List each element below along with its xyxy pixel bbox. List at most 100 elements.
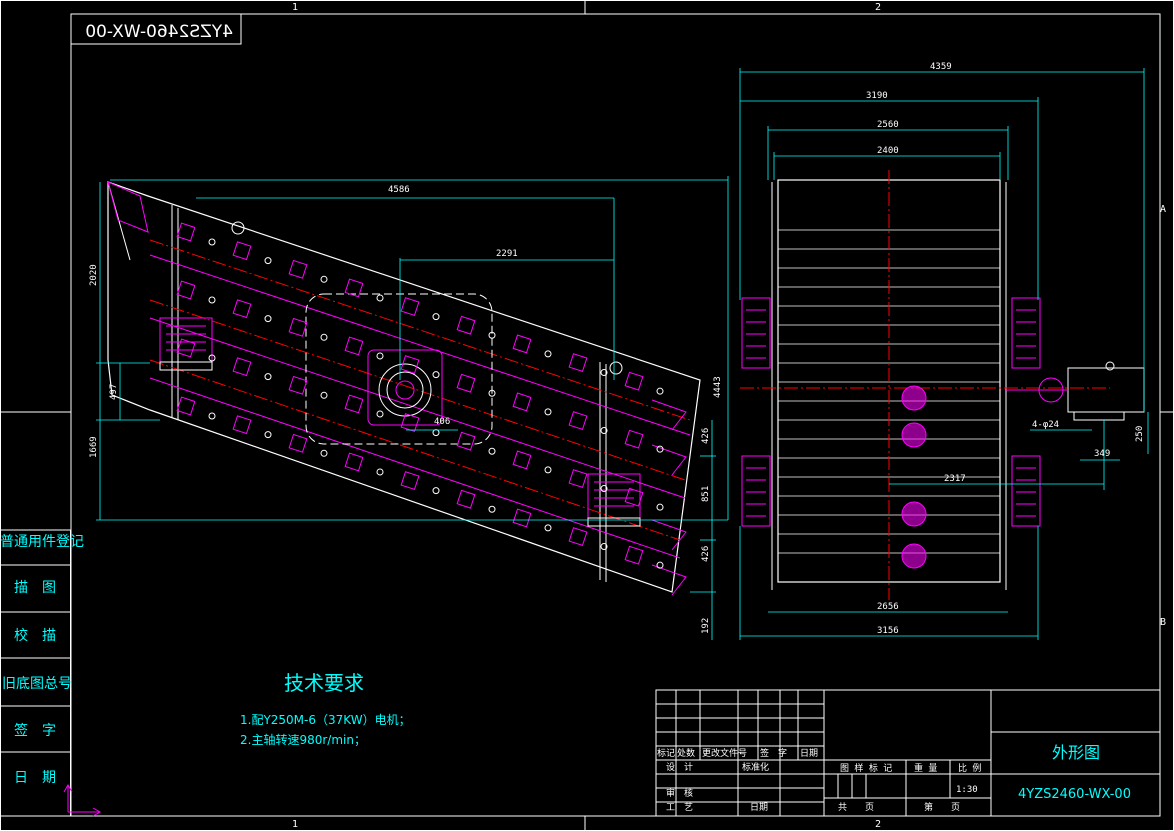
dim-4443: 4443 <box>713 376 723 398</box>
bolt-plate <box>624 371 644 391</box>
bolt-hole <box>376 352 384 360</box>
tb-drawing-code: 4YZS2460-WX-00 <box>1018 787 1131 802</box>
bolt-plate <box>232 299 252 319</box>
bolt-hole <box>432 487 440 495</box>
dim-2020: 2020 <box>89 264 99 286</box>
bolt-plate <box>568 411 588 430</box>
notes-title: 技术要求 <box>284 671 364 695</box>
dim-250: 250 <box>1135 426 1145 442</box>
motor <box>1006 361 1145 421</box>
tb-header-date: 日期 <box>800 748 818 759</box>
tb-date: 日期 <box>750 802 768 813</box>
bolt-plate <box>232 241 252 261</box>
tb-sheet: 第 页 <box>924 801 960 813</box>
bolt-hole <box>656 561 664 569</box>
zone-label-bottom-1: 1 <box>292 819 298 830</box>
bolt-hole <box>544 408 552 416</box>
bolt-hole <box>376 294 384 302</box>
bolt-hole <box>656 387 664 395</box>
bolt-hole <box>208 296 216 304</box>
tb-scale-value: 1:30 <box>956 785 978 795</box>
bolt-hole <box>376 410 384 418</box>
tb-header-signature: 签 字 <box>760 747 787 759</box>
bolt-hole <box>488 447 496 455</box>
side-label-checking: 校 描 <box>14 627 56 644</box>
bolt-plate <box>344 394 364 414</box>
end-elevation-dimensions <box>739 68 1149 640</box>
dim-2291: 2291 <box>496 249 518 259</box>
drawing-canvas: 1 2 1 2 A B 4YZS2460-WX-00 普通用件登记 描 图 校 … <box>0 0 1174 831</box>
dim-426-upper: 426 <box>701 428 711 444</box>
bolt-hole <box>208 238 216 246</box>
bolt-plate <box>288 433 308 453</box>
bolt-hole <box>320 391 328 399</box>
bolt-hole <box>656 445 664 453</box>
bolt-plate <box>456 489 476 509</box>
bolt-hole <box>544 466 552 474</box>
bolt-hole <box>320 449 328 457</box>
bolt-plate <box>400 471 420 491</box>
dim-3156: 3156 <box>877 626 899 636</box>
bolt-plate <box>288 317 308 337</box>
bolt-plate <box>456 373 476 393</box>
zone-label-top-2: 2 <box>875 2 881 13</box>
bolt-plate <box>624 545 644 565</box>
bolt-hole <box>264 315 272 323</box>
bolt-plate <box>400 297 420 317</box>
tb-header-mark: 标记 <box>657 747 675 759</box>
tb-stage-mark: 图 样 标 记 <box>840 762 892 774</box>
dim-192: 192 <box>701 618 711 634</box>
bolt-plate <box>288 375 308 395</box>
dim-2560: 2560 <box>877 120 899 130</box>
bolt-plate <box>568 469 588 488</box>
drawing-frame <box>0 0 1174 831</box>
side-label-old-number: 旧底图总号 <box>2 676 72 692</box>
drawing-number-box: 4YZS2460-WX-00 <box>70 13 242 45</box>
bolt-plate <box>176 396 196 416</box>
spring-left <box>159 317 213 371</box>
bolt-hole <box>432 371 440 379</box>
bolt-plate <box>176 222 196 242</box>
side-elevation-dimensions <box>96 176 729 640</box>
zone-label-b: B <box>1160 617 1166 628</box>
bolt-hole <box>208 412 216 420</box>
bolt-hole <box>264 431 272 439</box>
dim-4-phi24: 4-φ24 <box>1032 420 1059 430</box>
tb-weight: 重 量 <box>914 762 937 774</box>
end-springs <box>741 297 1041 527</box>
tb-process: 工 艺 <box>666 802 693 813</box>
bolt-plate <box>344 452 364 472</box>
bolt-hole <box>320 275 328 283</box>
bolt-hole <box>264 257 272 265</box>
zone-label-bottom-2: 2 <box>875 819 881 830</box>
bolt-plate <box>512 392 532 412</box>
bolt-hole <box>320 333 328 341</box>
bolt-plate <box>624 429 644 449</box>
tb-total-pages: 共 页 <box>838 802 874 813</box>
tb-review: 审 核 <box>666 787 693 799</box>
bolt-plate <box>512 450 532 470</box>
dim-349: 349 <box>1094 449 1110 459</box>
screen-body-outline <box>107 181 701 593</box>
bolt-plate <box>176 280 196 300</box>
dim-851: 851 <box>701 486 711 502</box>
dim-3190: 3190 <box>866 91 888 101</box>
dim-2656: 2656 <box>877 602 899 612</box>
tb-header-change-doc: 更改文件号 <box>702 747 747 759</box>
ucs-icon <box>63 783 102 817</box>
bolt-hole <box>544 350 552 358</box>
tb-scale-label: 比 例 <box>958 762 981 774</box>
zone-label-top-1: 1 <box>292 2 298 13</box>
tb-drawing-name: 外形图 <box>1052 743 1100 762</box>
end-elevation-view <box>740 170 1145 600</box>
drawing-number-mirrored: 4YZS2460-WX-00 <box>85 22 233 42</box>
side-label-signature: 签 字 <box>14 722 56 739</box>
bolt-hole <box>488 505 496 513</box>
bolt-hole <box>264 373 272 381</box>
bolt-hole <box>376 468 384 476</box>
dim-497: 497 <box>109 384 119 400</box>
dim-426-lower: 426 <box>701 546 711 562</box>
bolt-hole <box>432 313 440 321</box>
tb-design: 设 计 <box>666 761 693 773</box>
bolt-plate <box>232 357 252 377</box>
